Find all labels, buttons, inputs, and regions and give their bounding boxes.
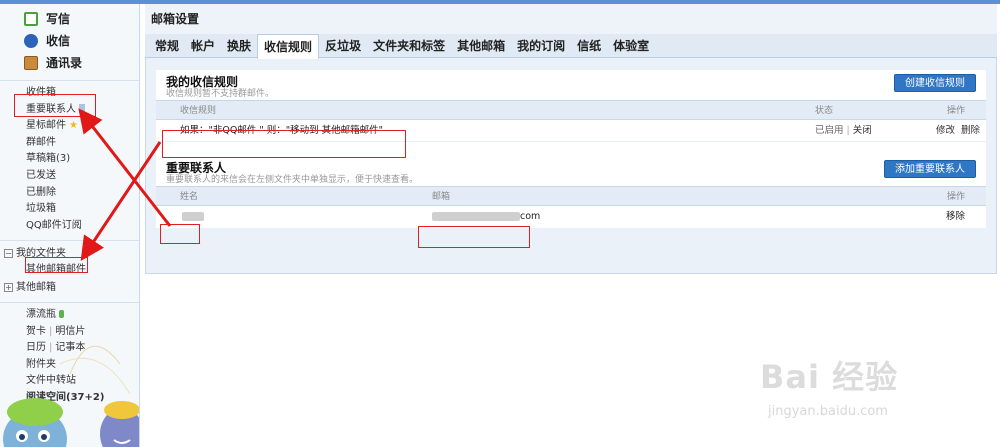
contacts-icon [24, 56, 38, 70]
sidebar-item-sent[interactable]: 已发送 [0, 168, 139, 185]
sidebar-item-drafts[interactable]: 草稿箱(3) [0, 151, 139, 168]
settings-tabs: 常规 帐户 换肤 收信规则 反垃圾 文件夹和标签 其他邮箱 我的订阅 信纸 体验… [145, 34, 997, 59]
tab-stationery[interactable]: 信纸 [571, 34, 607, 58]
redacted-name [182, 212, 204, 221]
other-mailbox-label: 其他邮箱 [16, 281, 56, 293]
page-title: 邮箱设置 [145, 4, 997, 34]
remove-contact-link[interactable]: 移除 [946, 206, 965, 228]
col-action: 操作 [947, 106, 966, 116]
tab-skin[interactable]: 换肤 [221, 34, 257, 58]
tab-subscriptions[interactable]: 我的订阅 [511, 34, 571, 58]
receive-label: 收信 [46, 34, 71, 48]
important-table-header: 姓名 邮箱 操作 [156, 186, 986, 206]
rule-actions: 修改 删除 [936, 120, 980, 142]
highlight-contact-name [160, 224, 200, 244]
settings-panel: 我的收信规则 收信规则暂不支持群邮件。 创建收信规则 收信规则 状态 操作 如果… [145, 58, 997, 274]
tab-general[interactable]: 常规 [149, 34, 185, 58]
baidu-watermark: Bai 经验 jingyan.baidu.com [760, 352, 990, 432]
sidebar-item-group-mail[interactable]: 群邮件 [0, 135, 139, 152]
disable-rule-link[interactable]: 关闭 [853, 125, 872, 136]
sidebar-divider [0, 240, 139, 242]
create-rule-button[interactable]: 创建收信规则 [894, 74, 976, 92]
sidebar-divider [0, 80, 139, 81]
tab-receive-rules[interactable]: 收信规则 [257, 34, 320, 59]
mascot-decoration [3, 345, 139, 447]
sidebar-divider [0, 301, 139, 303]
collapse-icon[interactable]: − [4, 249, 13, 259]
other-mailbox-group[interactable]: + 其他邮箱 [0, 279, 139, 296]
col-rule: 收信规则 [180, 106, 217, 116]
star-icon: ★ [69, 120, 78, 132]
rules-table-header: 收信规则 状态 操作 [156, 100, 986, 120]
table-row: com 移除 [156, 206, 986, 228]
col-email: 邮箱 [432, 192, 451, 202]
important-header: 重要联系人 重要联系人的来信会在左侧文件夹中单独显示，便于快速查看。 添加重要联… [156, 156, 986, 186]
tab-other-mailbox[interactable]: 其他邮箱 [451, 34, 511, 58]
edit-rule-link[interactable]: 修改 [936, 125, 955, 136]
tab-account[interactable]: 帐户 [185, 34, 221, 58]
email-suffix: com [520, 211, 541, 222]
highlight-important-contacts [14, 94, 96, 117]
highlight-rule-row [162, 130, 406, 158]
col-name: 姓名 [180, 192, 199, 202]
expand-icon[interactable]: + [4, 282, 13, 292]
separator: | [846, 125, 850, 136]
contact-email: com [432, 206, 540, 228]
delete-rule-link[interactable]: 删除 [961, 125, 980, 136]
col-status: 状态 [815, 106, 834, 116]
tab-folders-labels[interactable]: 文件夹和标签 [367, 34, 451, 58]
watermark-url: jingyan.baidu.com [768, 404, 888, 419]
sidebar-item-subscriptions[interactable]: QQ邮件订阅 [0, 218, 139, 235]
sidebar-receive-button[interactable]: 收信 [0, 30, 139, 52]
sidebar-item-deleted[interactable]: 已删除 [0, 185, 139, 202]
tab-lab[interactable]: 体验室 [607, 34, 655, 58]
important-subtitle: 重要联系人的来信会在左侧文件夹中单独显示，便于快速查看。 [166, 175, 419, 185]
rules-header: 我的收信规则 收信规则暂不支持群邮件。 创建收信规则 [156, 70, 986, 100]
rule-status: 已启用 | 关闭 [815, 120, 872, 142]
contacts-label: 通讯录 [46, 56, 83, 70]
col-action: 操作 [947, 192, 966, 202]
watermark-logo: Bai 经验 [760, 358, 899, 396]
status-enabled: 已启用 [815, 125, 844, 136]
sidebar-item-spam[interactable]: 垃圾箱 [0, 201, 139, 218]
receive-icon [24, 34, 38, 48]
tab-anti-spam[interactable]: 反垃圾 [319, 34, 367, 58]
sidebar-item-starred[interactable]: 星标邮件 ★ [0, 118, 139, 135]
highlight-contact-email [418, 226, 530, 248]
sidebar-write-button[interactable]: 写信 [0, 8, 139, 30]
write-icon [24, 12, 38, 26]
rules-subtitle: 收信规则暂不支持群邮件。 [166, 89, 275, 99]
sidebar: 写信 收信 通讯录 收件箱 重要联系人 星标邮件 ★ 群邮件 草稿箱(3) 已发送… [0, 4, 140, 447]
starred-label: 星标邮件 [26, 120, 66, 132]
sidebar-contacts-button[interactable]: 通讯录 [0, 52, 139, 74]
redacted-email [432, 212, 520, 221]
highlight-other-mailbox-folder [25, 257, 88, 273]
write-label: 写信 [46, 12, 71, 26]
add-important-contact-button[interactable]: 添加重要联系人 [884, 160, 976, 178]
